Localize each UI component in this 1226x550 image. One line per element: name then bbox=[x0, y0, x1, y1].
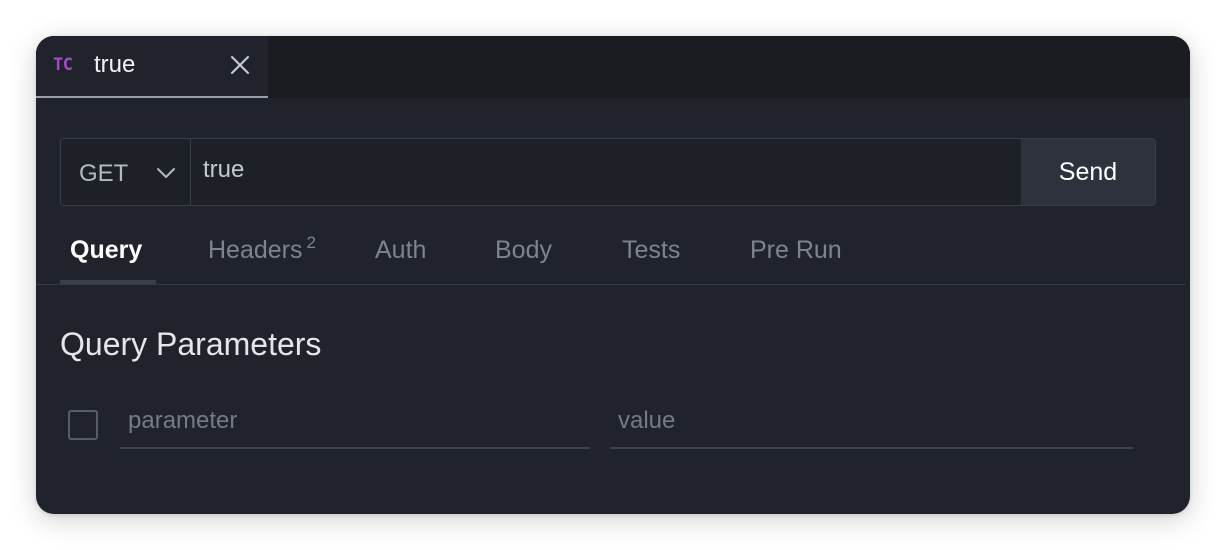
url-input[interactable]: true bbox=[203, 139, 1003, 205]
tab-body[interactable]: Body bbox=[495, 236, 552, 265]
thunder-client-badge: TC bbox=[53, 55, 73, 75]
request-tab[interactable]: TC true bbox=[36, 36, 268, 98]
chevron-down-icon bbox=[155, 163, 177, 183]
method-label: GET bbox=[79, 160, 129, 187]
query-param-row: parameter value bbox=[36, 396, 1186, 456]
tab-pre-run[interactable]: Pre Run bbox=[750, 236, 842, 265]
close-icon[interactable] bbox=[229, 54, 251, 76]
method-select[interactable]: GET bbox=[61, 139, 191, 205]
request-url-bar: GET true Send bbox=[60, 138, 1156, 206]
parameter-input[interactable]: parameter bbox=[120, 396, 590, 449]
section-title: Query Parameters bbox=[60, 326, 322, 362]
param-enabled-checkbox[interactable] bbox=[68, 410, 98, 440]
tab-tests[interactable]: Tests bbox=[622, 236, 680, 265]
value-input[interactable]: value bbox=[610, 396, 1133, 449]
tab-title: true bbox=[94, 51, 136, 78]
tab-auth[interactable]: Auth bbox=[375, 236, 426, 265]
tab-headers[interactable]: Headers 2 bbox=[208, 233, 316, 265]
tab-query[interactable]: Query bbox=[70, 236, 142, 265]
tab-bar: TC true bbox=[36, 36, 1190, 98]
active-tab-indicator bbox=[60, 280, 156, 284]
send-button[interactable]: Send bbox=[1021, 139, 1155, 205]
tab-headers-label: Headers bbox=[208, 236, 303, 264]
headers-count-badge: 2 bbox=[306, 233, 316, 252]
request-subtabs: Query Headers 2 Auth Body Tests Pre Run bbox=[36, 226, 1186, 285]
app-window: TC true GET true Send Query Headers 2 Aut… bbox=[36, 36, 1190, 514]
